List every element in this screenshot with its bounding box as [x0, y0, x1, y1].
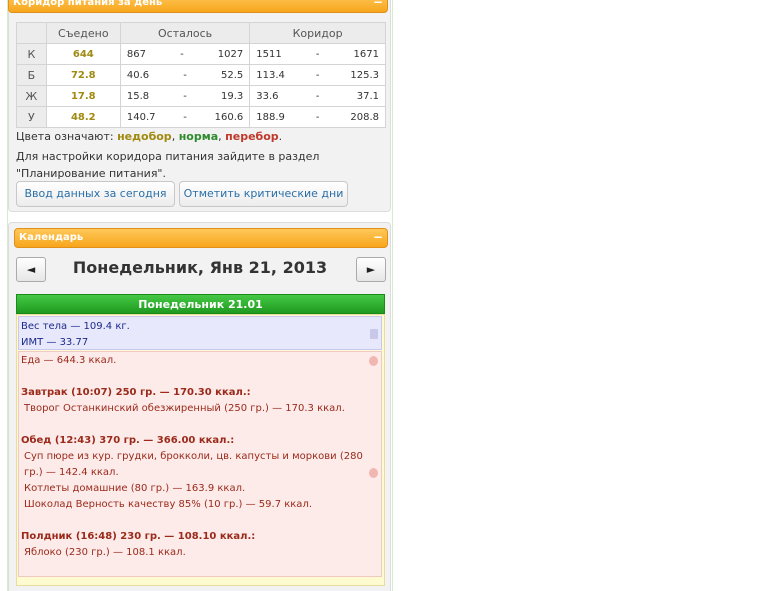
- range-dash: -: [315, 111, 320, 123]
- legend-period: .: [278, 130, 283, 143]
- corridor-range: 1511 - 1671: [249, 43, 386, 65]
- left-range: 867 - 1027: [119, 43, 251, 65]
- left-range: 15.8 - 19.3: [119, 85, 251, 107]
- food-total: Еда — 644.3 ккал.: [21, 355, 117, 366]
- corridor-max: 208.8: [350, 111, 379, 123]
- corridor-title: Коридор питания за день: [13, 0, 163, 8]
- eaten-value: 48.2: [45, 106, 121, 128]
- apple-icon[interactable]: [369, 356, 378, 366]
- legend-comma: ,: [218, 130, 222, 143]
- header-corridor: Коридор: [249, 22, 386, 44]
- header-eaten: Съедено: [45, 22, 121, 44]
- range-dash: -: [315, 90, 320, 102]
- left-min: 15.8: [126, 90, 150, 102]
- header-left: Осталось: [119, 22, 251, 44]
- corridor-range: 188.9 - 208.8: [249, 106, 386, 128]
- meal-snack: Полдник (16:48) 230 гр. — 108.10 ккал.:: [21, 531, 256, 542]
- left-range: 140.7 - 160.6: [119, 106, 251, 128]
- corridor-min: 33.6: [256, 90, 279, 102]
- corridor-hint: Для настройки коридора питания зайдите в…: [16, 150, 320, 180]
- next-day-button[interactable]: ►: [356, 257, 386, 282]
- left-min: 40.6: [126, 69, 150, 81]
- calendar-header: Календарь −: [14, 228, 388, 248]
- range-dash: -: [183, 90, 187, 102]
- legend-over: перебор: [225, 130, 279, 143]
- minimize-icon[interactable]: −: [372, 0, 384, 9]
- meal-lunch: Обед (12:43) 370 гр. — 366.00 ккал.:: [21, 435, 235, 446]
- colors-legend: Цвета означают: недобор, норма, перебор.: [16, 130, 282, 143]
- food-item: Творог Останкинский обезжиренный (250 гр…: [24, 403, 345, 414]
- left-max: 19.3: [221, 90, 244, 102]
- meal-breakfast: Завтрак (10:07) 250 гр. — 170.30 ккал.:: [21, 387, 251, 398]
- table-row: Ж 17.8 15.8 - 19.3 33.6 - 37.1: [16, 85, 386, 107]
- eaten-value: 17.8: [45, 85, 121, 107]
- corridor-table: Съедено Осталось Коридор К 644 867 - 1027 …: [16, 22, 386, 128]
- food-item: Котлеты домашние (80 гр.) — 163.9 ккал.: [24, 483, 246, 494]
- range-dash: -: [315, 69, 320, 81]
- prev-day-button[interactable]: ◄: [16, 257, 46, 282]
- row-label: Ж: [16, 85, 47, 107]
- left-max: 1027: [217, 48, 244, 60]
- range-dash: -: [183, 69, 187, 81]
- corridor-min: 1511: [256, 48, 282, 60]
- range-dash: -: [315, 48, 320, 60]
- weight-entry[interactable]: Вес тела — 109.4 кг. ИМТ — 33.77: [18, 316, 382, 350]
- corridor-min: 188.9: [256, 111, 285, 123]
- corridor-max: 37.1: [356, 90, 379, 102]
- corridor-max: 1671: [353, 48, 379, 60]
- legend-norm: норма: [178, 130, 219, 143]
- range-dash: -: [183, 111, 187, 123]
- calendar-title: Календарь: [19, 232, 84, 243]
- corridor-min: 113.4: [256, 69, 285, 81]
- legend-under: недобор: [117, 130, 172, 143]
- range-dash: -: [180, 48, 184, 60]
- mark-critical-days-button[interactable]: Отметить критические дни: [179, 181, 348, 207]
- weight-value: Вес тела — 109.4 кг.: [21, 321, 130, 332]
- row-label: У: [16, 106, 47, 128]
- apple-icon[interactable]: [369, 468, 378, 478]
- calendar-date-title: Понедельник, Янв 21, 2013: [72, 258, 328, 277]
- left-max: 160.6: [214, 111, 244, 123]
- table-corner: [16, 22, 47, 44]
- left-max: 52.5: [221, 69, 244, 81]
- day-bar[interactable]: Понедельник 21.01: [16, 294, 385, 314]
- corridor-range: 33.6 - 37.1: [249, 85, 386, 107]
- legend-comma: ,: [171, 130, 176, 143]
- corridor-max: 125.3: [350, 69, 379, 81]
- minimize-icon[interactable]: −: [372, 231, 384, 244]
- input-today-button[interactable]: Ввод данных за сегодня: [16, 181, 175, 207]
- colors-prefix: Цвета означают:: [16, 130, 114, 143]
- row-label: К: [16, 43, 47, 65]
- food-item: Шоколад Верность качеству 85% (10 гр.) —…: [24, 499, 313, 510]
- left-min: 867: [126, 48, 146, 60]
- bmi-value: ИМТ — 33.77: [21, 337, 89, 348]
- eaten-value: 644: [45, 43, 121, 65]
- left-range: 40.6 - 52.5: [119, 64, 251, 86]
- food-entry[interactable]: Еда — 644.3 ккал. Завтрак (10:07) 250 гр…: [18, 351, 382, 577]
- table-row: К 644 867 - 1027 1511 - 1671: [16, 43, 386, 65]
- eaten-value: 72.8: [45, 64, 121, 86]
- corridor-header: Коридор питания за день −: [8, 0, 388, 13]
- food-item: Яблоко (230 гр.) — 108.1 ккал.: [24, 547, 186, 558]
- trash-icon[interactable]: [370, 329, 378, 339]
- left-min: 140.7: [126, 111, 156, 123]
- corridor-range: 113.4 - 125.3: [249, 64, 386, 86]
- table-header-row: Съедено Осталось Коридор: [16, 22, 386, 44]
- table-row: У 48.2 140.7 - 160.6 188.9 - 208.8: [16, 106, 386, 128]
- row-label: Б: [16, 64, 47, 86]
- food-item: Суп пюре из кур. грудки, брокколи, цв. к…: [24, 451, 363, 478]
- table-row: Б 72.8 40.6 - 52.5 113.4 - 125.3: [16, 64, 386, 86]
